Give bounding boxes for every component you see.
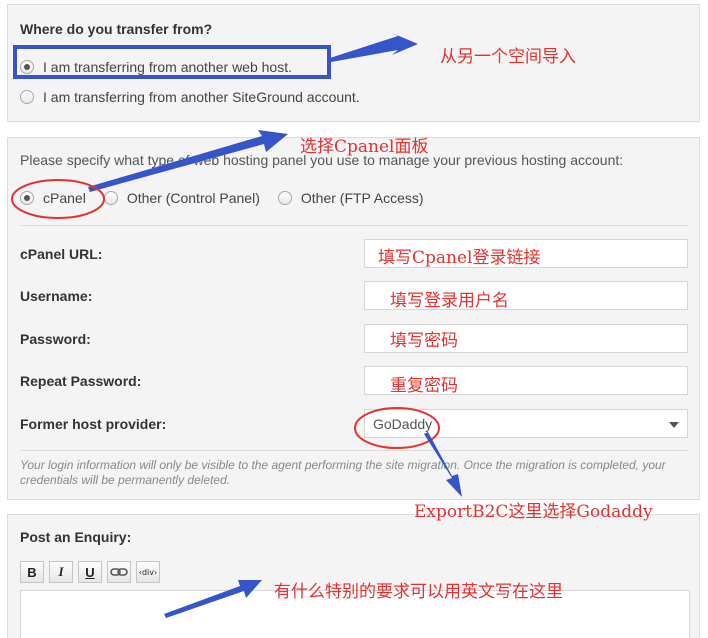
annotation-repeat-password: 重复密码 (390, 376, 458, 396)
annotation-choose-godaddy: ExportB2C这里选择Godaddy (414, 502, 653, 522)
transfer-source-title: Where do you transfer from? (20, 21, 213, 37)
divider (20, 450, 688, 451)
credentials-disclaimer: Your login information will only be visi… (20, 458, 666, 487)
radio-cpanel[interactable]: cPanel (20, 190, 86, 206)
italic-button[interactable]: I (49, 561, 73, 583)
underline-button[interactable]: U (78, 561, 102, 583)
radio-other-control-panel[interactable]: Other (Control Panel) (103, 190, 260, 206)
radio-other-ftp-access[interactable]: Other (FTP Access) (277, 190, 424, 206)
radio-button-icon[interactable] (277, 191, 292, 205)
radio-siteground-account[interactable]: I am transferring from another SiteGroun… (20, 89, 360, 105)
annotation-fill-cpanel-url: 填写Cpanel登录链接 (378, 248, 541, 268)
annotation-choose-cpanel: 选择Cpanel面板 (300, 137, 429, 157)
radio-button-icon[interactable] (103, 191, 118, 205)
bold-button[interactable]: B (20, 561, 44, 583)
annotation-fill-username: 填写登录用户名 (390, 291, 509, 311)
radio-button-icon[interactable] (20, 90, 34, 104)
radio-label: I am transferring from another SiteGroun… (43, 89, 360, 105)
enquiry-title: Post an Enquiry: (20, 529, 132, 545)
annotation-special-requests: 有什么特别的要求可以用英文写在这里 (274, 582, 563, 602)
annotation-import-from-other: 从另一个空间导入 (440, 47, 576, 67)
radio-label: Other (Control Panel) (126, 190, 260, 206)
highlight-box (13, 45, 331, 79)
radio-button-icon[interactable] (20, 191, 34, 205)
hosting-details-panel: Please specify what type of web hosting … (7, 137, 700, 500)
password-label: Password: (20, 331, 91, 347)
username-label: Username: (20, 288, 93, 304)
enquiry-panel: Post an Enquiry: B I U ‹div› (7, 514, 700, 638)
former-host-selected-value: GoDaddy (373, 416, 433, 432)
link-icon (110, 568, 128, 576)
editor-toolbar: B I U ‹div› (20, 561, 165, 583)
radio-label: Other (FTP Access) (300, 190, 424, 206)
repeat-password-label: Repeat Password: (20, 373, 142, 389)
cpanel-url-label: cPanel URL: (20, 246, 103, 262)
former-host-label: Former host provider: (20, 416, 167, 432)
former-host-select[interactable]: GoDaddy (364, 409, 688, 438)
panel-type-radio-group: cPanel Other (Control Panel) Other (FTP … (20, 190, 442, 206)
divider (20, 225, 688, 226)
link-button[interactable] (107, 561, 131, 583)
chevron-down-icon[interactable] (669, 422, 679, 428)
div-button[interactable]: ‹div› (136, 561, 160, 583)
radio-label: cPanel (43, 190, 86, 206)
annotation-fill-password: 填写密码 (390, 331, 458, 351)
